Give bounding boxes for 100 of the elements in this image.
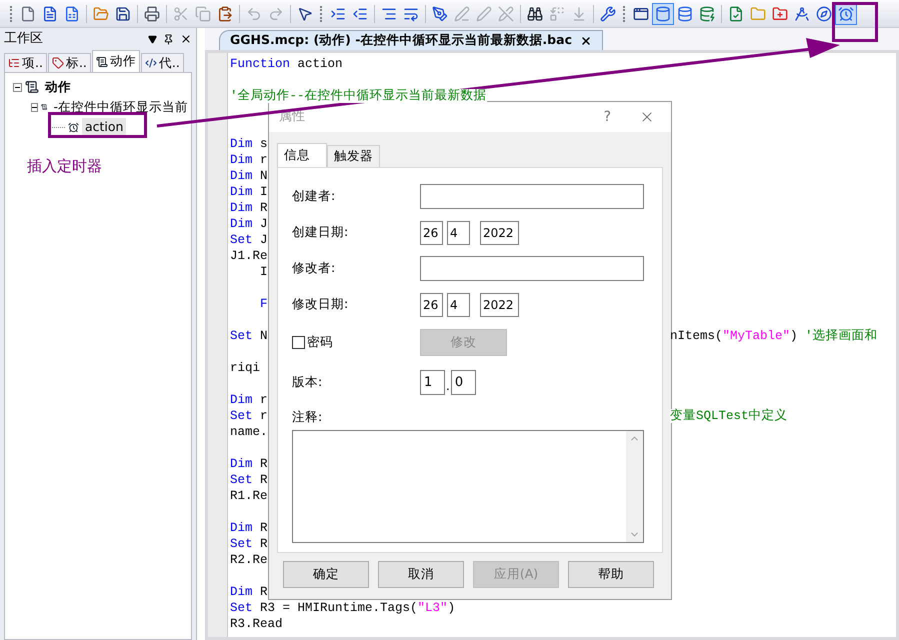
highlight-frame	[832, 2, 878, 42]
code-text: )	[448, 601, 456, 615]
code-text: R	[259, 473, 268, 487]
field-label: 版本:	[292, 373, 324, 392]
print-icon	[144, 6, 160, 22]
text-field[interactable]	[420, 184, 644, 209]
field-label: 创建日期:	[292, 223, 350, 242]
code-text: "L3"	[418, 601, 448, 615]
month-field[interactable]: 4	[447, 292, 470, 316]
close-icon[interactable]	[580, 34, 592, 46]
minor-version-field[interactable]: 0	[450, 370, 476, 395]
code-text: R	[259, 457, 268, 471]
code-text: action	[296, 57, 343, 71]
field-label: 创建者:	[292, 187, 336, 206]
code-text: R	[259, 521, 268, 535]
compass-icon	[794, 6, 810, 22]
tree-item[interactable]: -在控件中循环显示当前	[50, 98, 191, 116]
compass-icon	[816, 6, 832, 22]
align-icon	[381, 6, 397, 22]
arrow-icon	[571, 6, 587, 22]
code-text: '全局动作--在控件中循环显示当前最新数据	[230, 89, 487, 103]
help-button[interactable]: ?	[604, 106, 611, 128]
code-text: F	[259, 297, 268, 311]
dialog-tab[interactable]: 触发器	[327, 145, 380, 167]
code-text: N	[259, 329, 268, 343]
field-label: 修改日期:	[292, 295, 350, 314]
code-text: R2.Re	[230, 553, 268, 567]
dialog-button[interactable]: 帮助	[568, 561, 654, 588]
code-text: Dim	[230, 585, 253, 599]
notes-field[interactable]	[292, 430, 644, 543]
database-icon	[699, 6, 715, 22]
code-text: I	[259, 185, 268, 199]
close-icon[interactable]	[180, 33, 192, 45]
dialog-tab[interactable]: 信息	[277, 143, 327, 167]
code-text: Set	[230, 329, 253, 343]
day-field[interactable]: 26	[420, 292, 443, 316]
dialog-button: 应用(A)	[473, 561, 559, 588]
code-text: J1.Re	[230, 249, 268, 263]
code-text: I	[259, 265, 268, 279]
dialog-button[interactable]: 确定	[283, 561, 369, 588]
paste-icon	[217, 6, 233, 22]
replace-icon	[549, 6, 565, 22]
annotation-text: 插入定时器	[27, 156, 103, 177]
major-version-field[interactable]: 1	[420, 370, 445, 395]
save-icon	[115, 6, 131, 22]
editor-tab[interactable]: GGHS.mcp: (动作) -在控件中循环显示当前最新数据.bac	[219, 30, 603, 50]
code-text: Dim	[230, 185, 253, 199]
alarm-clock-icon	[838, 6, 854, 22]
code-text: )	[790, 329, 799, 343]
expander[interactable]	[31, 102, 38, 112]
outdent-icon	[352, 6, 368, 22]
tag-icon	[52, 57, 64, 69]
code-text: Set	[230, 601, 253, 615]
pen-icon	[498, 6, 514, 22]
code-text: riqi	[230, 361, 260, 375]
field-label: 注释:	[292, 408, 324, 426]
pin-icon[interactable]	[163, 34, 174, 44]
code-text: J	[259, 233, 268, 247]
code-text: Set	[230, 409, 253, 423]
folder-icon	[750, 6, 766, 22]
tree-item[interactable]: 动作	[42, 78, 74, 96]
code-text: Dim	[230, 393, 253, 407]
year-field[interactable]: 2022	[480, 220, 519, 244]
code-text: R3 = HMIRuntime.Tags(	[259, 601, 418, 615]
script-icon	[96, 56, 108, 68]
panel-tab[interactable]: 代..	[140, 53, 184, 72]
code-text: J	[259, 217, 268, 231]
pointer-icon	[297, 6, 313, 22]
open-folder-icon	[93, 6, 109, 22]
pen-icon	[476, 6, 492, 22]
password-checkbox[interactable]	[292, 336, 305, 349]
document-icon	[42, 6, 58, 22]
year-field[interactable]: 2022	[480, 292, 519, 316]
tree-item[interactable]: action	[82, 118, 126, 136]
code-text: Dim	[230, 521, 253, 535]
code-text: r	[259, 409, 268, 423]
code-text: R	[259, 537, 268, 551]
code-text: Dim	[230, 457, 253, 471]
code-text: R3.Read	[230, 617, 283, 631]
copy-icon	[195, 6, 211, 22]
binoculars-icon	[527, 6, 543, 22]
dialog-button[interactable]: 取消	[378, 561, 464, 588]
code-text: Dim	[230, 217, 253, 231]
code-text: Dim	[230, 201, 253, 215]
dropdown-icon[interactable]	[148, 34, 157, 44]
code-text: r	[259, 393, 268, 407]
code-text: Function	[230, 57, 290, 71]
panel-tab[interactable]: 标..	[48, 53, 91, 72]
pen-icon	[454, 6, 470, 22]
code-text: Set	[230, 537, 253, 551]
redo-icon	[268, 6, 284, 22]
code-text: 变量SQLTest中定义	[670, 409, 788, 423]
file-icon	[20, 6, 36, 22]
text-field[interactable]	[420, 256, 644, 281]
expander[interactable]	[13, 82, 22, 92]
day-field[interactable]: 26	[420, 220, 443, 244]
month-field[interactable]: 4	[447, 220, 470, 244]
panel-tab[interactable]: 动作	[92, 50, 140, 72]
code-text: N	[259, 169, 268, 183]
panel-tab[interactable]: 项..	[4, 53, 47, 72]
